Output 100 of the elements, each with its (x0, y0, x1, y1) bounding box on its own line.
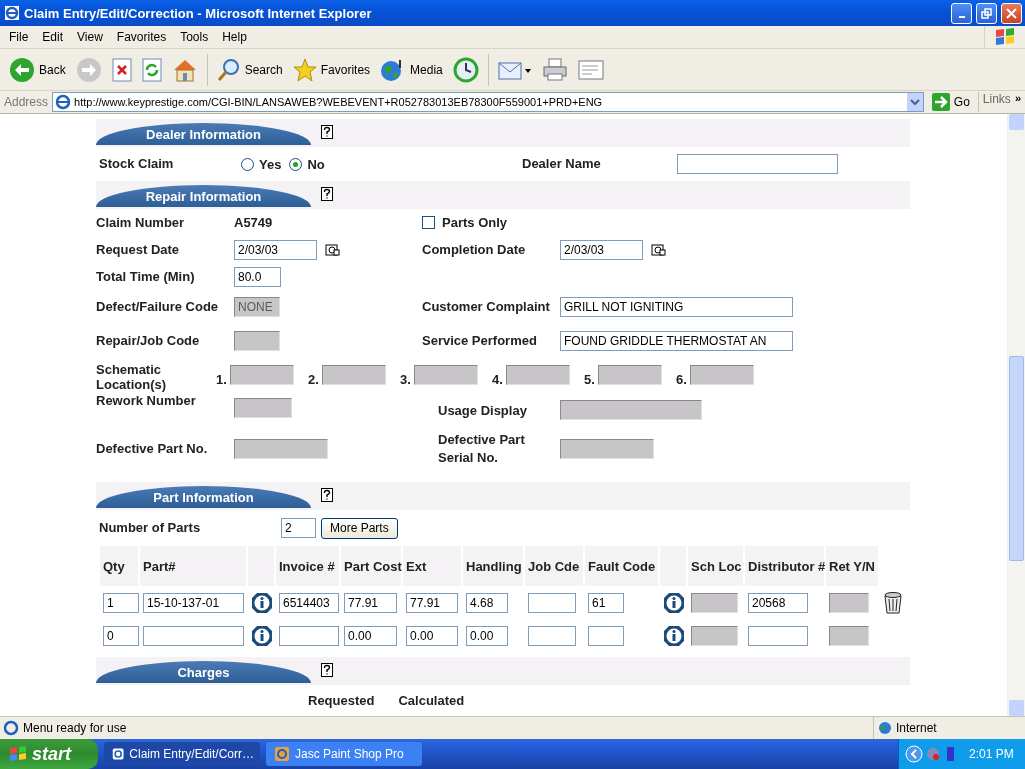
app-icon (112, 746, 125, 762)
section-title: Repair Information (96, 185, 311, 207)
text-field[interactable]: 2 (281, 518, 316, 538)
search-button[interactable]: Search (213, 52, 286, 87)
table-input[interactable]: 20568 (748, 592, 808, 613)
text-field[interactable]: 80.0 (234, 266, 281, 287)
links-button[interactable]: Links » (977, 92, 1025, 112)
table-input[interactable] (748, 625, 808, 646)
field-label: Rework Number (96, 392, 197, 410)
help-icon[interactable] (321, 488, 333, 502)
column-header: Distributor # (745, 546, 826, 586)
table-input[interactable]: 1 (103, 592, 139, 613)
info-icon[interactable] (663, 624, 685, 647)
section-title: Part Information (96, 486, 311, 508)
windows-logo-icon (993, 27, 1017, 47)
column-header: Part Cost (341, 546, 403, 586)
field-label: Request Date (96, 240, 181, 259)
minimize-icon (958, 16, 965, 18)
printer-icon (541, 57, 568, 82)
close-button[interactable] (1001, 2, 1022, 24)
table-input[interactable]: 61 (588, 592, 624, 613)
table-input[interactable] (528, 625, 576, 646)
radio-button[interactable] (289, 157, 303, 171)
text-field[interactable]: GRILL NOT IGNITING (560, 297, 793, 317)
document-edit-icon (577, 57, 604, 82)
radio-button[interactable] (241, 157, 254, 171)
column-header: Requested (308, 692, 375, 708)
table-input[interactable]: 0.00 (406, 625, 458, 646)
zone-text: Internet (896, 721, 937, 735)
checkbox-label: Parts Only (442, 215, 508, 230)
dealer-name-field[interactable] (677, 154, 838, 174)
column-header: Fault Code (585, 546, 660, 586)
address-field[interactable]: http://www.keyprestige.com/CGI-BIN/LANSAWEB?WEBEVENT+R052783013EB78300F559001+PRD+ENG (52, 92, 924, 112)
date-field[interactable]: 2/03/03 (560, 239, 643, 260)
stop-icon (111, 57, 132, 82)
menu-item[interactable]: Favorites (109, 30, 174, 44)
radio-label: No (307, 156, 325, 172)
table-input[interactable] (528, 592, 576, 613)
menu-item[interactable]: Tools (173, 30, 216, 44)
slot-number: 2. (308, 371, 319, 387)
go-button[interactable]: Go (927, 93, 974, 111)
date-field[interactable]: 2/03/03 (234, 239, 317, 260)
field-label: Defective Part No. (96, 440, 209, 458)
restore-button[interactable] (976, 2, 997, 24)
calendar-icon[interactable] (651, 242, 666, 257)
calendar-icon[interactable] (325, 242, 340, 257)
help-icon[interactable] (321, 125, 333, 139)
info-icon[interactable] (663, 591, 685, 614)
menu-item[interactable]: View (70, 30, 110, 44)
column-header: Sch Loc (688, 546, 745, 586)
more-parts-button[interactable]: More Parts (321, 517, 398, 539)
dropdown-icon[interactable] (906, 93, 923, 111)
field-label: Usage Display (437, 402, 528, 420)
app-icon (274, 746, 290, 762)
back-button[interactable]: Back (6, 52, 69, 87)
arrow-icon (931, 93, 950, 111)
menu-item[interactable]: Edit (35, 30, 71, 44)
column-header: Handling (463, 546, 525, 586)
table-input[interactable] (143, 625, 244, 646)
slot-number: 6. (676, 371, 687, 387)
table-input[interactable]: 4.68 (466, 592, 508, 613)
slot-number: 1. (216, 371, 227, 387)
table-input[interactable]: 77.91 (344, 592, 397, 613)
page-icon (3, 720, 19, 736)
table-input[interactable]: 6514403 (279, 592, 339, 613)
menu-item[interactable]: File (2, 30, 36, 44)
field-label: Claim Number (96, 213, 186, 232)
help-icon[interactable] (321, 187, 333, 201)
field-label: Defective Part Serial No. (437, 431, 526, 467)
field-label: Completion Date (422, 240, 527, 259)
field-label: Defect/Failure Code (96, 298, 220, 316)
table-input[interactable] (588, 625, 624, 646)
field-label: Total Time (Min) (96, 267, 196, 286)
table-input[interactable] (279, 625, 339, 646)
table-input[interactable]: 0 (103, 625, 139, 646)
info-icon[interactable] (251, 591, 273, 614)
checkbox[interactable] (422, 216, 435, 229)
field-label: Repair/Job Code (96, 332, 201, 350)
text-field[interactable]: FOUND GRIDDLE THERMOSTAT AN (560, 331, 793, 351)
field-label: Customer Complaint (422, 298, 551, 316)
table-input[interactable]: 0.00 (466, 625, 508, 646)
minimize-button[interactable] (951, 2, 972, 24)
browser-icon (4, 5, 20, 21)
start-button[interactable]: start (0, 739, 98, 769)
table-input[interactable]: 77.91 (406, 592, 458, 613)
help-icon[interactable] (321, 663, 333, 677)
info-icon[interactable] (251, 624, 273, 647)
media-button[interactable]: Media (377, 52, 446, 87)
table-input[interactable]: 0.00 (344, 625, 397, 646)
trash-icon[interactable] (883, 591, 903, 614)
field-label: Service Performed (422, 332, 538, 350)
menu-item[interactable]: Help (215, 30, 254, 44)
search-icon (216, 57, 241, 82)
refresh-icon (141, 57, 162, 82)
favorites-button[interactable]: Favorites (289, 52, 374, 87)
table-input[interactable]: 15-10-137-01 (143, 592, 244, 613)
star-icon (292, 57, 317, 82)
taskbar-button[interactable]: Jasc Paint Shop Pro (266, 742, 422, 766)
taskbar-button[interactable]: Claim Entry/Edit/Corr… (104, 742, 260, 766)
history-icon (452, 56, 479, 83)
